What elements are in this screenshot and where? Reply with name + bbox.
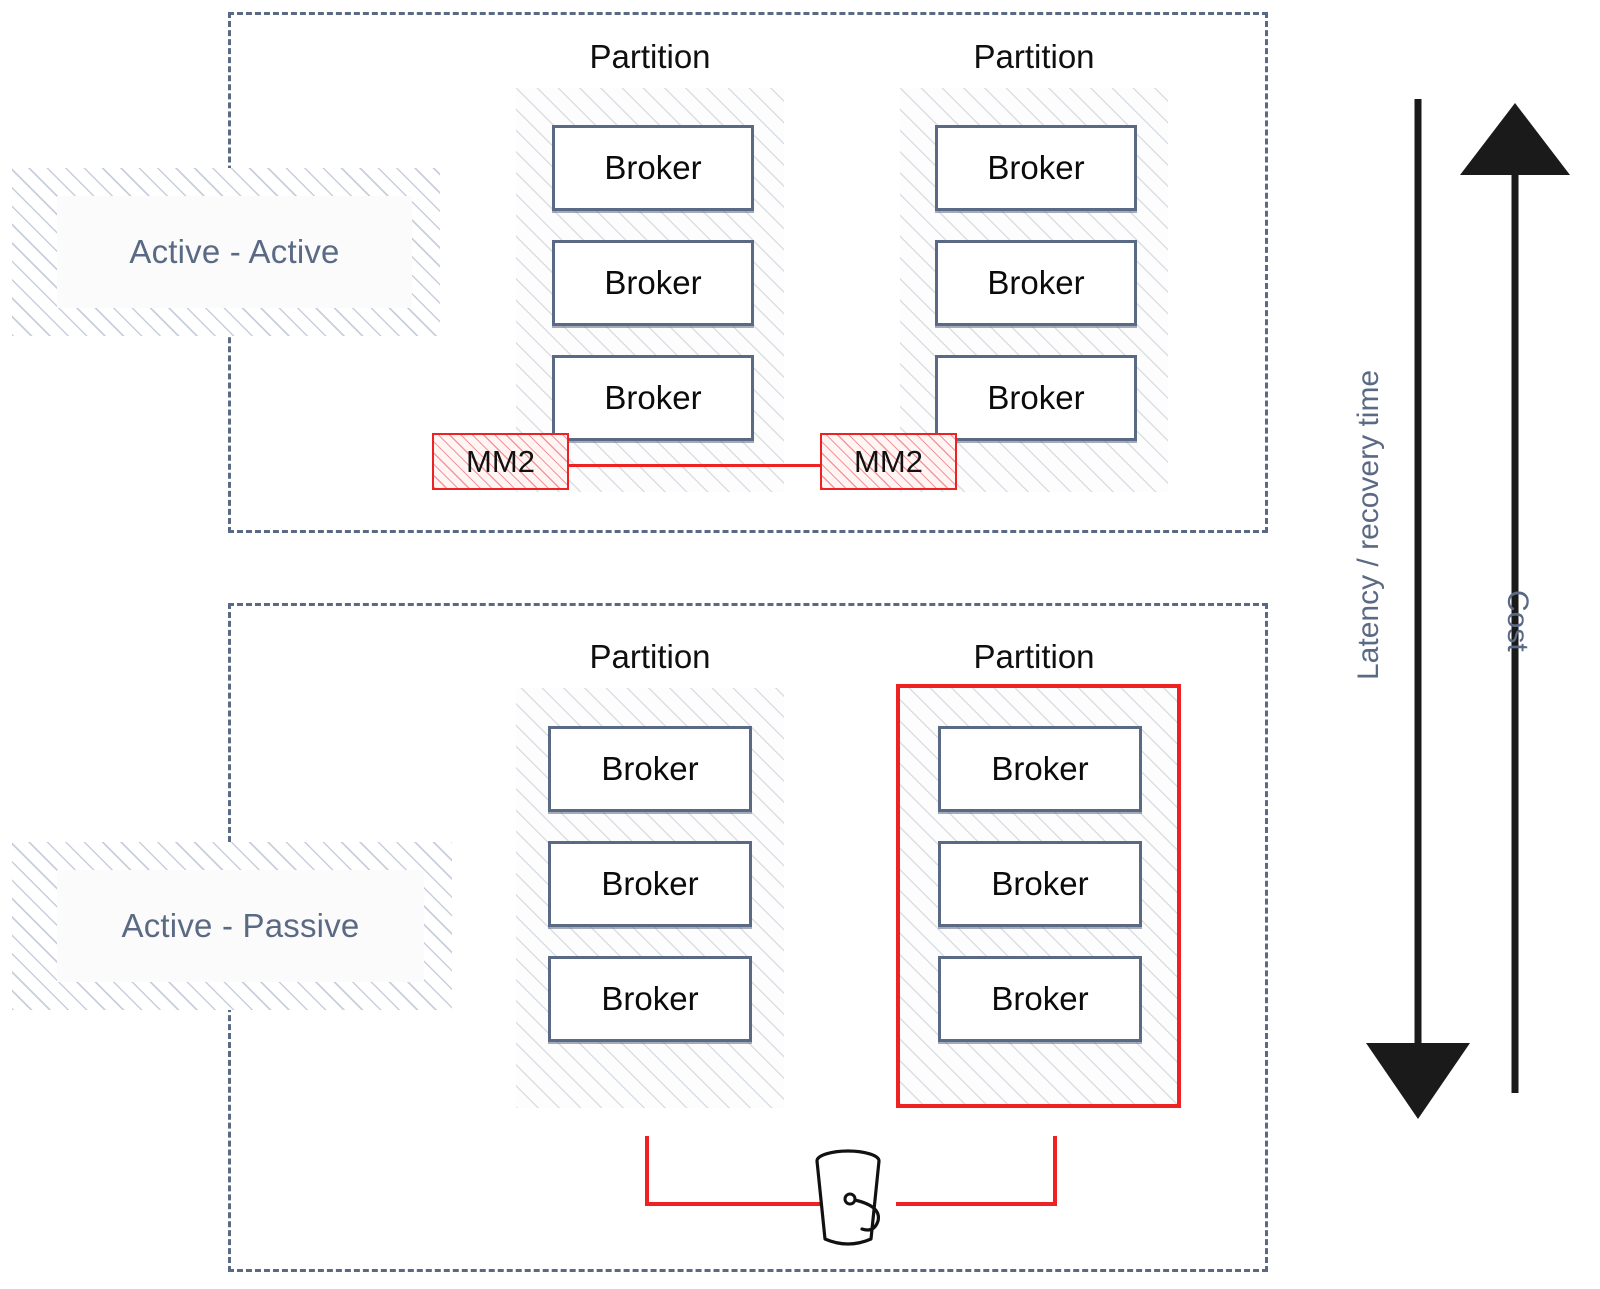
- broker-label: Broker: [987, 264, 1085, 301]
- broker-label: Broker: [604, 379, 702, 416]
- storage-link-right-horizontal: [896, 1202, 1057, 1206]
- broker-label: Broker: [601, 750, 699, 787]
- broker-label: Broker: [987, 379, 1085, 416]
- mm2-label: MM2: [854, 443, 923, 479]
- broker-node[interactable]: Broker: [938, 841, 1142, 927]
- mm2-node-right[interactable]: MM2: [820, 433, 957, 490]
- diagram-canvas: Active - Active Partition Broker Broker …: [0, 0, 1600, 1289]
- zone-label-active-active: Active - Active: [129, 233, 340, 270]
- broker-node[interactable]: Broker: [935, 355, 1137, 441]
- axis-label-cost: Cost: [1501, 590, 1534, 652]
- broker-label: Broker: [604, 149, 702, 186]
- partition-title-b2: Partition: [973, 638, 1095, 675]
- broker-node[interactable]: Broker: [552, 355, 754, 441]
- partition-title-a2: Partition: [973, 38, 1095, 75]
- zone-label-plate: Active - Passive: [57, 870, 424, 982]
- broker-node[interactable]: Broker: [938, 956, 1142, 1042]
- broker-node[interactable]: Broker: [935, 125, 1137, 211]
- zone-label-active-passive: Active - Passive: [121, 907, 360, 944]
- broker-label: Broker: [604, 264, 702, 301]
- partition-title-b1: Partition: [589, 638, 711, 675]
- broker-node[interactable]: Broker: [935, 240, 1137, 326]
- broker-label: Broker: [991, 750, 1089, 787]
- broker-node[interactable]: Broker: [552, 125, 754, 211]
- broker-node[interactable]: Broker: [548, 841, 752, 927]
- broker-label: Broker: [991, 865, 1089, 902]
- broker-label: Broker: [601, 980, 699, 1017]
- storage-link-left-vertical: [645, 1136, 649, 1206]
- storage-link-left-horizontal: [645, 1202, 820, 1206]
- broker-node[interactable]: Broker: [548, 956, 752, 1042]
- bucket-icon: [815, 1149, 881, 1246]
- axis-label-latency: Latency / recovery time: [1352, 369, 1385, 680]
- partition-title-a1: Partition: [589, 38, 711, 75]
- mm2-link-line: [566, 464, 822, 467]
- zone-label-panel-active-active: Active - Active: [12, 168, 440, 336]
- zone-label-plate: Active - Active: [57, 196, 412, 308]
- zone-label-panel-active-passive: Active - Passive: [12, 842, 452, 1010]
- broker-node[interactable]: Broker: [552, 240, 754, 326]
- broker-label: Broker: [601, 865, 699, 902]
- mm2-label: MM2: [466, 443, 535, 479]
- broker-label: Broker: [991, 980, 1089, 1017]
- broker-node[interactable]: Broker: [548, 726, 752, 812]
- broker-label: Broker: [987, 149, 1085, 186]
- mm2-node-left[interactable]: MM2: [432, 433, 569, 490]
- storage-link-right-vertical: [1053, 1136, 1057, 1206]
- broker-node[interactable]: Broker: [938, 726, 1142, 812]
